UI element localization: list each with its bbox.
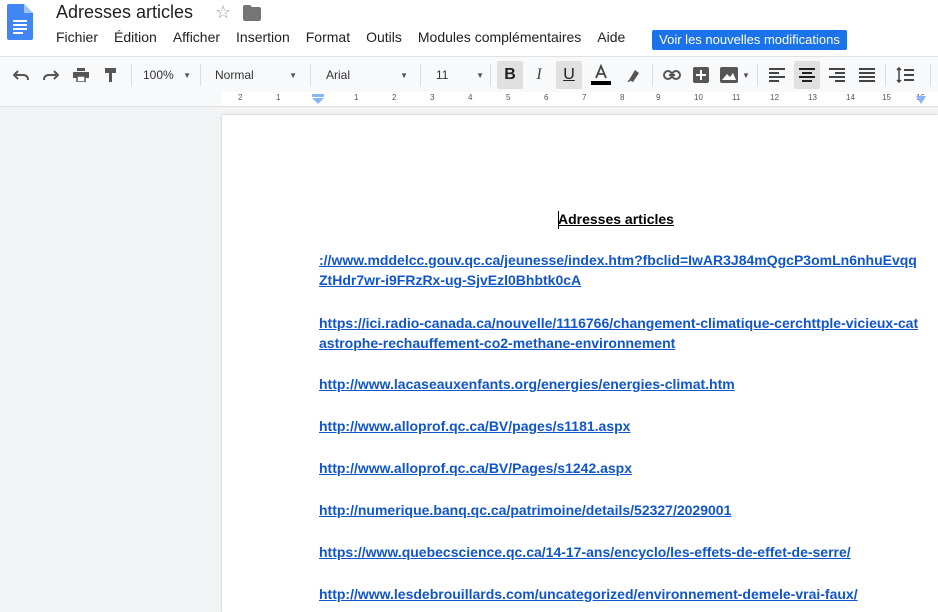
document-link[interactable]: https://www.quebecscience.qc.ca/14-17-an…	[319, 542, 919, 562]
align-center-icon[interactable]	[794, 61, 820, 89]
align-right-icon[interactable]	[825, 57, 849, 93]
print-icon[interactable]	[69, 57, 93, 93]
italic-icon[interactable]: I	[527, 57, 551, 93]
document-title[interactable]: Adresses articles	[56, 2, 193, 23]
undo-icon[interactable]	[9, 57, 33, 93]
redo-icon[interactable]	[39, 57, 63, 93]
style-value: Normal	[215, 68, 254, 82]
menu-insertion[interactable]: Insertion	[236, 29, 290, 49]
toolbar-divider	[930, 64, 931, 86]
chevron-down-icon: ▼	[476, 70, 484, 80]
underline-icon[interactable]: U	[556, 61, 582, 89]
ruler-number: 10	[694, 93, 703, 102]
menu-fichier[interactable]: Fichier	[56, 29, 98, 49]
document-link[interactable]: http://www.alloprof.qc.ca/BV/pages/s1181…	[319, 416, 919, 436]
ruler-number: 9	[656, 93, 661, 102]
add-comment-icon[interactable]	[689, 57, 713, 93]
toolbar-divider	[490, 64, 491, 86]
menu-edition[interactable]: Édition	[114, 29, 157, 49]
ruler-number: 2	[238, 93, 243, 102]
align-left-icon[interactable]	[765, 57, 789, 93]
document-link[interactable]: http://www.alloprof.qc.ca/BV/Pages/s1242…	[319, 458, 919, 478]
ruler-number: 1	[276, 93, 281, 102]
zoom-select[interactable]: 100% ▼	[143, 57, 191, 93]
document-heading[interactable]: Adresses articles	[558, 211, 674, 227]
menu-aide[interactable]: Aide	[597, 29, 625, 49]
document-link[interactable]: http://www.lacaseauxenfants.org/energies…	[319, 374, 919, 394]
paint-format-icon[interactable]	[99, 57, 123, 93]
ruler-number: 4	[468, 93, 473, 102]
toolbar-divider	[310, 64, 311, 86]
toolbar-divider	[420, 64, 421, 86]
justify-icon[interactable]	[855, 57, 879, 93]
ruler-track[interactable]: 2 1 1 2 3 4 5 6 7 8 9 10 11 12 13 14 15 …	[222, 92, 938, 106]
ruler-number: 7	[582, 93, 587, 102]
ruler-number: 1	[354, 93, 359, 102]
document-link[interactable]: http://numerique.banq.qc.ca/patrimoine/d…	[319, 500, 919, 520]
docs-logo-icon[interactable]	[7, 4, 33, 40]
document-link[interactable]: ://www.mddelcc.gouv.qc.ca/jeunesse/index…	[319, 250, 919, 290]
menu-afficher[interactable]: Afficher	[173, 29, 220, 49]
font-size-value: 11	[436, 68, 449, 82]
bold-icon[interactable]: B	[497, 61, 523, 89]
chevron-down-icon: ▼	[289, 70, 297, 80]
document-link[interactable]: http://www.lesdebrouillards.com/uncatego…	[319, 584, 919, 604]
toolbar-divider	[131, 64, 132, 86]
title-bar: Adresses articles ☆ Fichier Édition Affi…	[0, 0, 938, 56]
insert-image-icon[interactable]: ▼	[717, 57, 753, 93]
ruler-number: 15	[882, 93, 891, 102]
font-select[interactable]: Arial ▼	[326, 57, 408, 93]
link-icon[interactable]	[660, 57, 684, 93]
ruler-number: 8	[620, 93, 625, 102]
document-page[interactable]	[222, 115, 938, 612]
toolbar-divider	[757, 64, 758, 86]
chevron-down-icon: ▼	[183, 70, 191, 80]
toolbar-divider	[200, 64, 201, 86]
font-size-select[interactable]: 11 ▼	[436, 57, 484, 93]
toolbar: 100% ▼ Normal ▼ Arial ▼ 11 ▼ B I U ▼	[0, 56, 938, 94]
toolbar-divider	[652, 64, 653, 86]
menu-format[interactable]: Format	[306, 29, 350, 49]
highlight-icon[interactable]	[622, 57, 646, 93]
ruler-number: 14	[846, 93, 855, 102]
ruler-number: 12	[770, 93, 779, 102]
ruler-number: 13	[808, 93, 817, 102]
ruler-number: 6	[544, 93, 549, 102]
ruler-number: 5	[506, 93, 511, 102]
zoom-value: 100%	[143, 68, 174, 82]
style-select[interactable]: Normal ▼	[215, 57, 297, 93]
chevron-down-icon: ▼	[742, 70, 750, 80]
ruler-number: 11	[732, 93, 741, 102]
font-value: Arial	[326, 68, 351, 82]
text-cursor	[558, 211, 559, 229]
folder-icon[interactable]	[243, 5, 261, 21]
menu-outils[interactable]: Outils	[366, 29, 402, 49]
star-icon[interactable]: ☆	[215, 2, 231, 23]
menu-modules[interactable]: Modules complémentaires	[418, 29, 581, 49]
line-spacing-icon[interactable]	[893, 57, 917, 93]
view-changes-button[interactable]: Voir les nouvelles modifications	[652, 30, 847, 50]
document-link[interactable]: https://ici.radio-canada.ca/nouvelle/111…	[319, 313, 919, 353]
right-indent-marker-icon[interactable]	[916, 96, 926, 104]
indent-marker-icon[interactable]	[312, 94, 324, 104]
ruler: 2 1 1 2 3 4 5 6 7 8 9 10 11 12 13 14 15 …	[0, 92, 938, 107]
ruler-number: 3	[430, 93, 435, 102]
ruler-number: 2	[392, 93, 397, 102]
text-color-icon[interactable]	[588, 57, 614, 93]
chevron-down-icon: ▼	[400, 70, 408, 80]
menu-bar: Fichier Édition Afficher Insertion Forma…	[56, 29, 641, 49]
toolbar-divider	[885, 64, 886, 86]
